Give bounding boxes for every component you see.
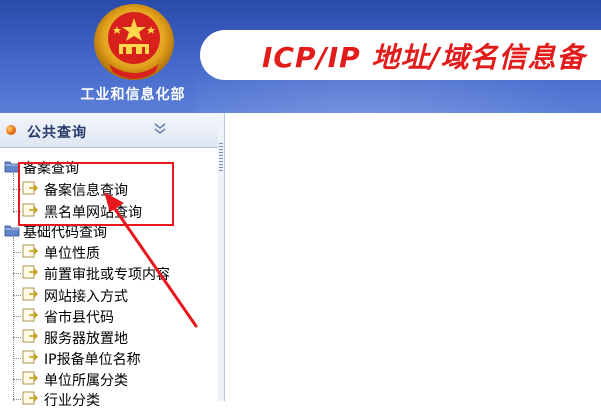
page-arrow-icon [22, 308, 38, 322]
double-chevron-down-icon[interactable] [152, 121, 168, 137]
tree-item-label: 服务器放置地 [44, 331, 128, 347]
tree-connector [13, 337, 21, 338]
national-emblem-icon [94, 4, 174, 80]
sidebar-title: 公共查询 [27, 125, 87, 141]
content-pane [225, 113, 601, 401]
tree-connector [13, 316, 21, 317]
tree-item-label: 省市县代码 [44, 310, 114, 326]
tree-item-industry-category[interactable]: 行业分类 [0, 389, 200, 409]
tree-item-ip-unit-name[interactable]: IP报备单位名称 [0, 348, 200, 368]
bullet-icon [6, 125, 16, 135]
tree-connector [13, 379, 21, 380]
page-arrow-icon [22, 391, 38, 405]
tree-item-access-method[interactable]: 网站接入方式 [0, 285, 200, 305]
pane-splitter[interactable] [218, 113, 225, 401]
tree-item-pre-approval[interactable]: 前置审批或专项内容 [0, 263, 200, 283]
page-arrow-icon [22, 329, 38, 343]
page-arrow-icon [22, 287, 38, 301]
tree-item-server-location[interactable]: 服务器放置地 [0, 327, 200, 347]
sidebar-header[interactable]: 公共查询 [0, 113, 218, 148]
sidebar: 公共查询 备案查询 备案信息查询 黑名单网站查询 基础代码查询 单位性质 前置审… [0, 113, 219, 409]
tree-item-label: 网站接入方式 [44, 289, 128, 305]
splitter-grip-icon[interactable] [219, 143, 223, 173]
page-arrow-icon [22, 371, 38, 385]
tree-item-label: 行业分类 [44, 393, 100, 409]
tree-item-label: 单位性质 [44, 246, 100, 262]
tree-connector [13, 273, 21, 274]
tree-connector [13, 295, 21, 296]
annotation-highlight-box [18, 162, 174, 226]
tree-connector [13, 399, 21, 400]
tree-item-unit-category[interactable]: 单位所属分类 [0, 369, 200, 389]
tree-item-label: IP报备单位名称 [44, 352, 141, 368]
site-title: ICP/IP 地址/域名信息备 [262, 41, 586, 74]
page-arrow-icon [22, 244, 38, 258]
tree-item-label: 前置审批或专项内容 [44, 267, 170, 283]
tree-connector [13, 358, 21, 359]
tree-item-label: 单位所属分类 [44, 373, 128, 389]
page-arrow-icon [22, 265, 38, 279]
tree-item-region-code[interactable]: 省市县代码 [0, 306, 200, 326]
tree-item-unit-nature[interactable]: 单位性质 [0, 242, 200, 262]
page-arrow-icon [22, 350, 38, 364]
tree-connector [13, 252, 21, 253]
ministry-name: 工业和信息化部 [80, 87, 186, 103]
site-header: 工业和信息化部 ICP/IP 地址/域名信息备 [0, 0, 601, 113]
